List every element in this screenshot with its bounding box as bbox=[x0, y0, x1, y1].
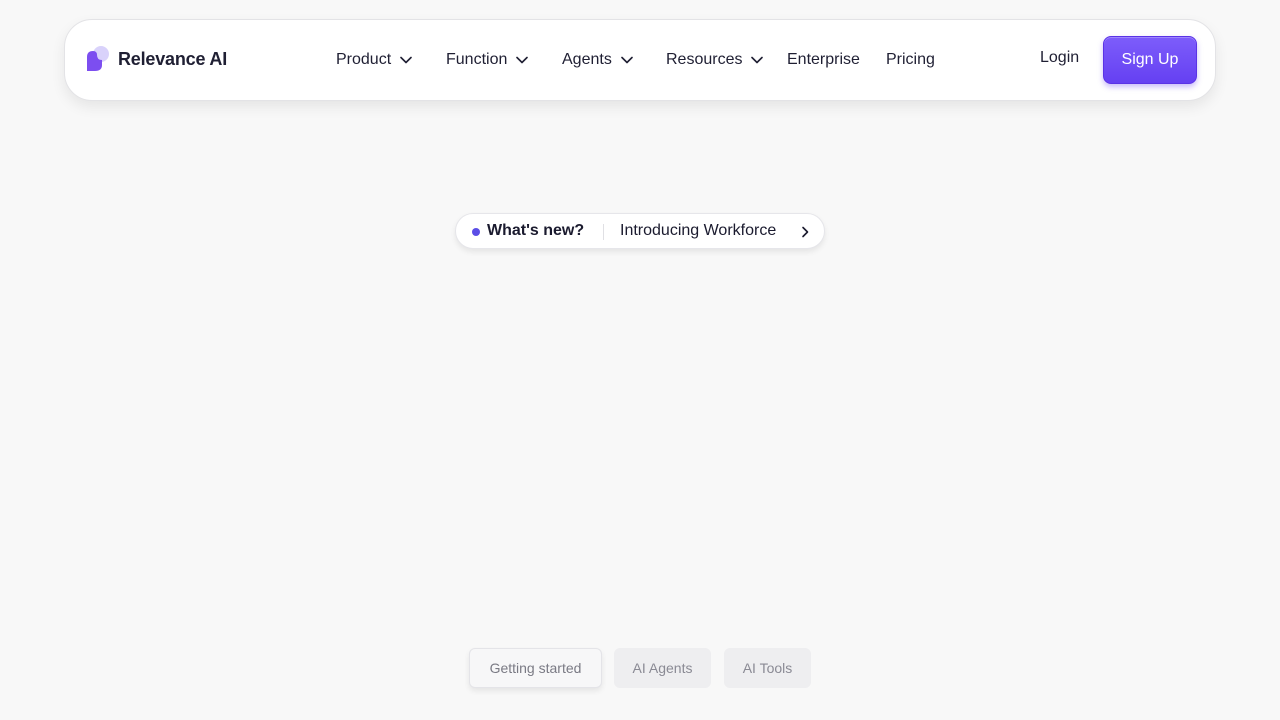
tab-ai-agents[interactable]: AI Agents bbox=[614, 648, 711, 688]
brand-logo-link[interactable]: Relevance AI bbox=[84, 44, 227, 74]
sign-up-button[interactable]: Sign Up bbox=[1103, 36, 1197, 84]
announcement-link-text: Introducing Workforce bbox=[620, 222, 777, 239]
nav-label: Pricing bbox=[886, 51, 935, 68]
login-link[interactable]: Login bbox=[1040, 49, 1079, 67]
chevron-down-icon bbox=[621, 56, 633, 64]
tab-label: AI Tools bbox=[742, 660, 793, 676]
tab-getting-started[interactable]: Getting started bbox=[469, 648, 602, 688]
nav-label: Function bbox=[446, 51, 508, 68]
nav-label: Agents bbox=[562, 51, 612, 68]
relevance-logo-icon bbox=[84, 45, 112, 73]
nav-label: Enterprise bbox=[787, 51, 860, 68]
nav-item-product[interactable]: Product bbox=[336, 49, 412, 71]
tab-label: Getting started bbox=[489, 660, 582, 676]
nav-item-pricing[interactable]: Pricing bbox=[886, 49, 935, 71]
pill-divider bbox=[603, 224, 604, 240]
tab-ai-tools[interactable]: AI Tools bbox=[724, 648, 811, 688]
chevron-down-icon bbox=[400, 56, 412, 64]
chevron-right-icon bbox=[802, 226, 809, 238]
chevron-down-icon bbox=[751, 56, 764, 64]
nav-item-resources[interactable]: Resources bbox=[666, 49, 764, 71]
nav-label: Product bbox=[336, 51, 392, 68]
nav-label: Resources bbox=[666, 51, 743, 68]
announcement-badge: What's new? bbox=[487, 222, 585, 239]
top-navbar: Relevance AI Product Function Agents Res… bbox=[64, 19, 1216, 101]
status-dot-icon bbox=[472, 228, 480, 236]
chevron-down-icon bbox=[516, 56, 529, 64]
announcement-pill[interactable]: What's new? Introducing Workforce bbox=[455, 213, 825, 249]
nav-item-function[interactable]: Function bbox=[446, 49, 529, 71]
nav-item-agents[interactable]: Agents bbox=[562, 49, 633, 71]
brand-name: Relevance AI bbox=[118, 48, 227, 69]
tab-label: AI Agents bbox=[632, 660, 693, 676]
nav-item-enterprise[interactable]: Enterprise bbox=[787, 49, 860, 71]
